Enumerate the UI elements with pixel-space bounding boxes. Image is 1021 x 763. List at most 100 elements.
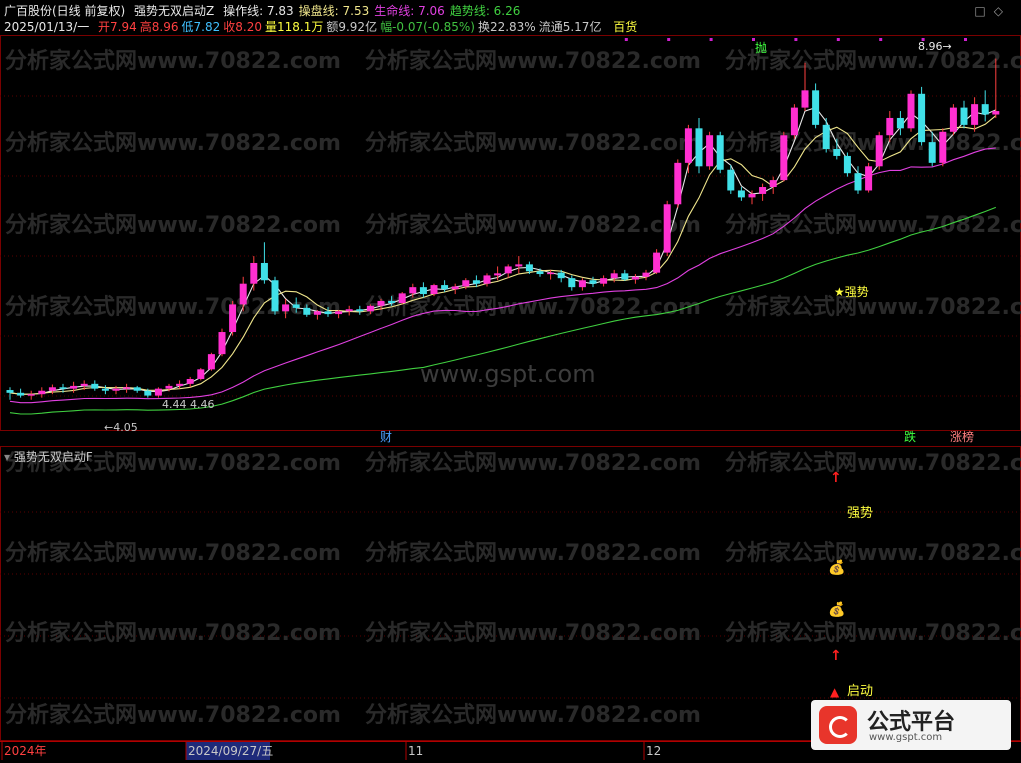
watermark: 分析家公式网www.70822.com xyxy=(365,212,701,238)
candle-body xyxy=(949,107,957,132)
candle-body xyxy=(366,305,374,312)
watermark: 分析家公式网www.70822.com xyxy=(725,212,1021,238)
triangle-up-icon: ▲ xyxy=(830,685,840,699)
time-axis-label: 2024年 xyxy=(4,744,47,758)
candle-body xyxy=(483,275,491,284)
candle-body xyxy=(239,283,247,305)
candle-body xyxy=(377,300,385,306)
candle-body xyxy=(759,187,767,194)
watermark: 分析家公式网www.70822.com xyxy=(725,294,1021,320)
candle-body xyxy=(896,117,904,129)
watermark: 分析家公式网www.70822.com xyxy=(365,48,701,74)
candle-body xyxy=(324,311,332,315)
candle-body xyxy=(207,354,215,370)
candle-body xyxy=(674,162,682,205)
candle-body xyxy=(144,390,152,396)
candle-body xyxy=(430,285,438,295)
low-price-mark: ←4.05 xyxy=(104,421,138,434)
time-axis-label: 11 xyxy=(408,744,423,758)
candle-body xyxy=(589,280,597,284)
watermark: 分析家公式网www.70822.com xyxy=(5,702,341,728)
candle-body xyxy=(780,135,788,181)
candle-body xyxy=(260,262,268,281)
candle-body xyxy=(801,90,809,108)
top-dot-marker xyxy=(624,38,628,41)
candle-body xyxy=(642,272,650,277)
top-dot-marker xyxy=(794,38,798,41)
candle-body xyxy=(313,311,321,315)
candle-body xyxy=(536,271,544,275)
candle-body xyxy=(154,388,162,396)
candle-body xyxy=(865,166,873,191)
candle-body xyxy=(568,278,576,288)
brand-url: www.gspt.com xyxy=(869,732,943,743)
candle-body xyxy=(197,369,205,379)
center-watermark: www.gspt.com xyxy=(420,360,596,388)
candle-body xyxy=(218,332,226,355)
candle-body xyxy=(27,394,35,396)
candle-body xyxy=(17,392,25,396)
candle-body xyxy=(939,131,947,163)
candle-body xyxy=(59,387,67,389)
candle-body xyxy=(716,135,724,170)
candle-body xyxy=(525,264,533,272)
candle-body xyxy=(409,287,417,294)
top-dot-marker xyxy=(836,38,840,41)
candle-body xyxy=(748,193,756,198)
candle-body xyxy=(419,287,427,295)
candle-body xyxy=(833,149,841,156)
watermark: 分析家公式网www.70822.com xyxy=(365,620,701,646)
candle-body xyxy=(621,273,629,280)
candle-body xyxy=(578,280,586,288)
top-dot-marker xyxy=(709,38,713,41)
candle-body xyxy=(706,135,714,167)
watermark: 分析家公式网www.70822.com xyxy=(5,294,341,320)
candle-body xyxy=(70,385,78,389)
subpanel-title[interactable]: ▾ 强势无双启动F xyxy=(4,448,93,465)
watermark: 分析家公式网www.70822.com xyxy=(725,48,1021,74)
watermark: 分析家公式网www.70822.com xyxy=(365,702,701,728)
chevron-down-icon: ▾ xyxy=(4,450,14,464)
main-chart-svg: 分析家公式网www.70822.com 分析家公式网www.70822.com 分析… xyxy=(0,35,1021,763)
money-bag-icon: 💰 xyxy=(828,601,845,618)
candle-body xyxy=(494,273,502,276)
candle-body xyxy=(854,173,862,191)
candle-body xyxy=(250,262,258,284)
candle-body xyxy=(557,272,565,279)
candle-body xyxy=(6,390,14,393)
top-dot-marker xyxy=(964,38,967,41)
candle-body xyxy=(600,278,608,284)
high-price-mark: 8.96→ xyxy=(918,40,952,53)
candle-body xyxy=(769,180,777,188)
candle-body xyxy=(472,280,480,284)
candle-body xyxy=(292,304,300,308)
candle-body xyxy=(928,142,936,163)
candle-body xyxy=(38,390,46,395)
candle-body xyxy=(610,273,618,279)
candle-body xyxy=(737,190,745,198)
candle-body xyxy=(48,387,56,391)
subpanel-strong-label: 强势 xyxy=(847,505,873,521)
candle-body xyxy=(653,252,661,273)
candle-body xyxy=(515,264,523,267)
candle-body xyxy=(907,93,915,129)
candle-body xyxy=(695,128,703,167)
candle-body xyxy=(398,293,406,304)
candle-body xyxy=(303,307,311,315)
down-tag: 跌 xyxy=(904,429,916,444)
candle-body xyxy=(631,276,639,280)
candle-body xyxy=(282,304,290,312)
subpanel-start-label: 启动 xyxy=(847,684,873,699)
candle-body xyxy=(663,204,671,253)
candle-body xyxy=(176,383,184,386)
watermark: 分析家公式网www.70822.com xyxy=(5,212,341,238)
chart-window: 广百股份(日线 前复权) 强势无双启动Z 操作线: 7.83 操盘线: 7.53 生… xyxy=(0,0,1021,763)
finance-tag: 财 xyxy=(380,430,392,444)
candle-body xyxy=(80,383,88,386)
candle-body xyxy=(812,90,820,125)
candle-body xyxy=(504,266,512,274)
candle-body xyxy=(727,169,735,191)
candle-body xyxy=(918,93,926,143)
candle-body xyxy=(981,104,989,115)
candle-body xyxy=(112,388,120,391)
